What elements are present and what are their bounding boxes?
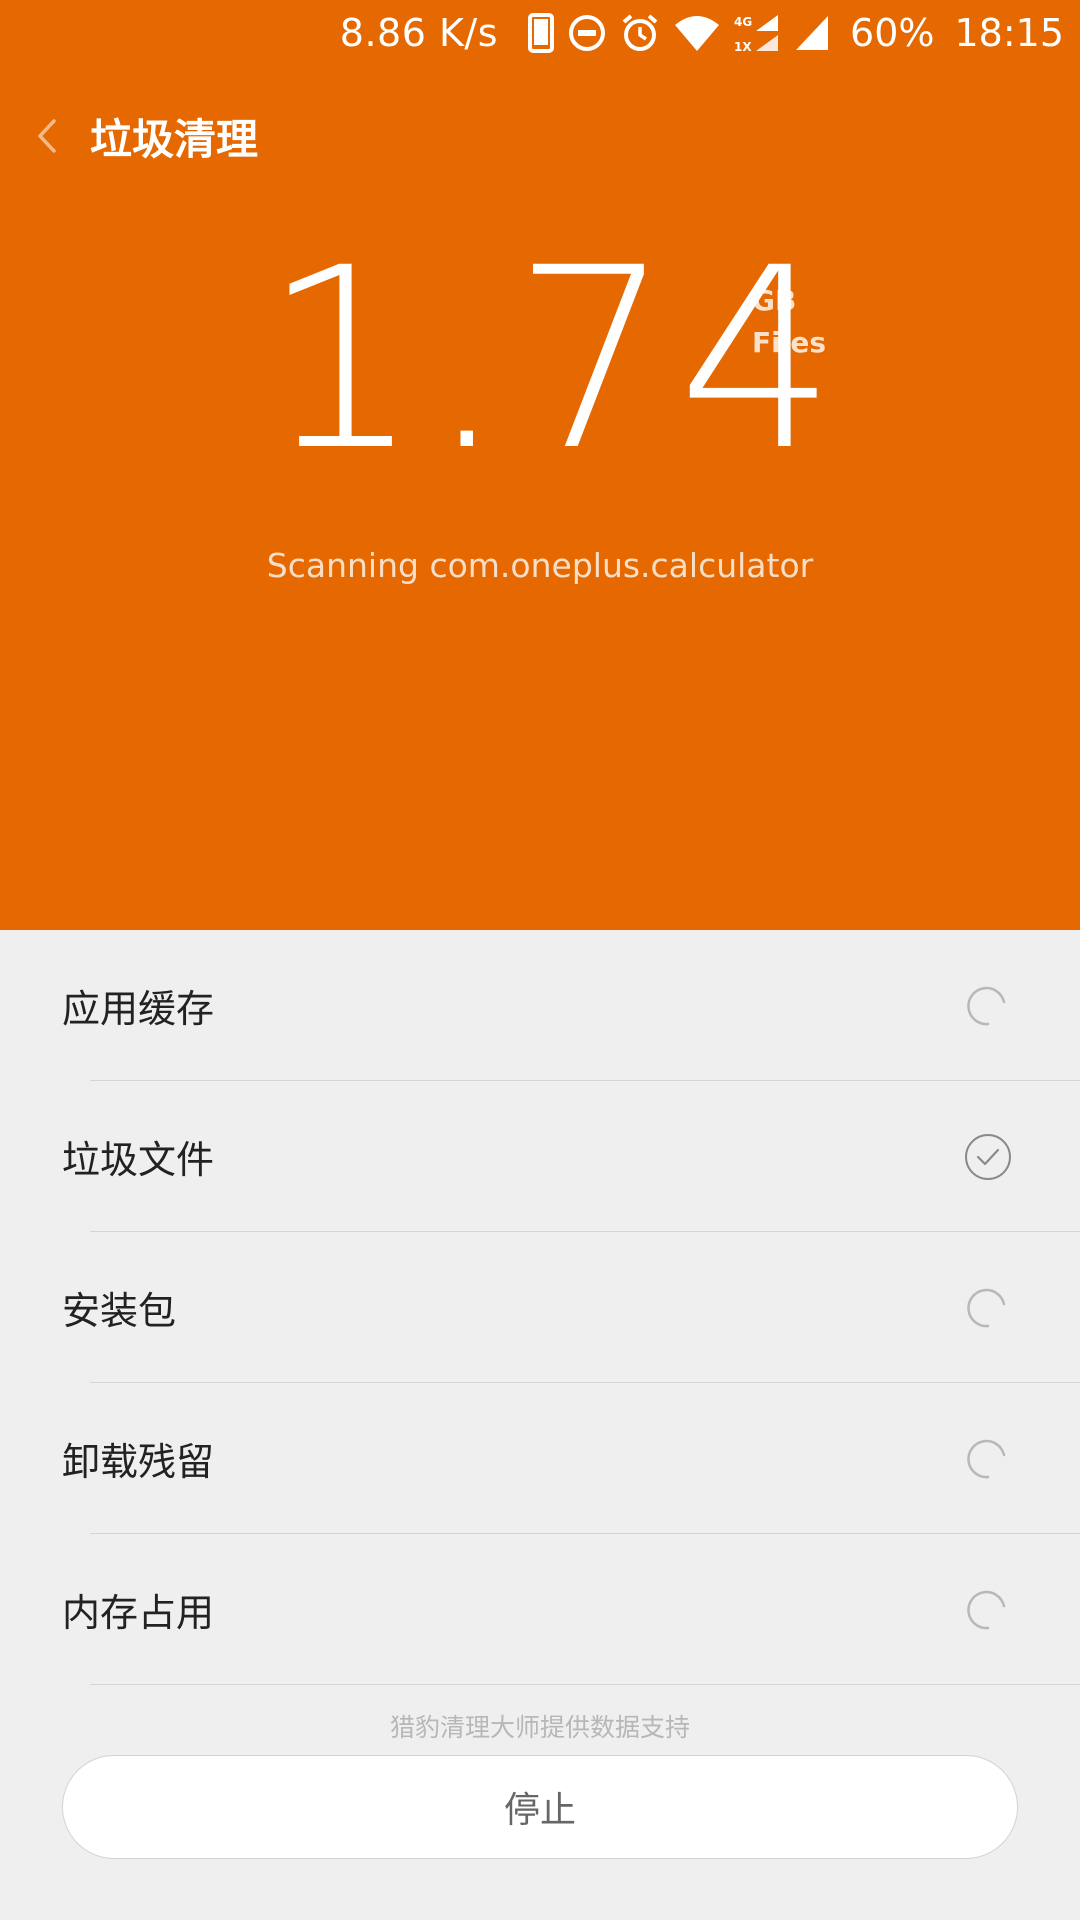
list-item-label: 应用缓存 — [62, 987, 215, 1031]
wifi-icon — [674, 13, 720, 53]
list-item-app-cache[interactable]: 应用缓存 — [0, 930, 1080, 1081]
list-item-label: 垃圾文件 — [62, 1138, 215, 1182]
list-item-label: 安装包 — [62, 1289, 177, 1333]
loading-spinner-icon — [967, 1590, 1006, 1629]
loading-spinner-icon — [967, 1288, 1006, 1327]
data-provider-note: 猎豹清理大师提供数据支持 — [389, 1713, 690, 1742]
list-item-label: 内存占用 — [62, 1591, 215, 1635]
back-button[interactable] — [12, 101, 82, 171]
list-item-install-packages[interactable]: 安装包 — [0, 1232, 1080, 1383]
list-item-uninstall-residue[interactable]: 卸载残留 — [0, 1383, 1080, 1534]
scan-size-value: 1.74 — [262, 214, 843, 505]
clock: 18:15 — [954, 11, 1064, 55]
dnd-icon — [568, 14, 606, 52]
stop-button[interactable]: 停止 — [62, 1755, 1018, 1859]
net-speed: 8.86 K/s — [339, 11, 499, 55]
status-bar: 8.86 K/s 4G 1X 60% 18:15 — [0, 0, 1080, 66]
network-label-4g: 4G — [734, 15, 752, 29]
scan-size-unit: GB — [752, 284, 797, 317]
battery-percent: 60% — [850, 11, 935, 55]
network-label-1x: 1X — [734, 40, 752, 53]
alarm-icon — [620, 13, 660, 53]
loading-spinner-icon — [967, 1439, 1006, 1478]
scan-status-text: Scanning com.oneplus.calculator — [266, 546, 814, 585]
check-circle-icon — [965, 1133, 1011, 1180]
scan-header-panel: 8.86 K/s 4G 1X 60% 18:15 垃圾清理 1.74 GB Fi… — [0, 0, 1080, 930]
list-item-junk-files[interactable]: 垃圾文件 — [0, 1081, 1080, 1232]
page-title: 垃圾清理 — [90, 114, 259, 164]
scan-size-caption: Files — [752, 326, 826, 359]
scan-size-display: 1.74 GB Files — [0, 220, 1080, 500]
list-item-memory-usage[interactable]: 内存占用 — [0, 1534, 1080, 1685]
signal-4g-icon: 4G 1X — [734, 13, 780, 53]
title-bar: 垃圾清理 — [0, 66, 1080, 206]
category-list: 应用缓存 垃圾文件 安装包 卸载残留 内存占用 — [0, 930, 1080, 1685]
signal-icon — [794, 14, 830, 52]
phone-icon — [528, 13, 555, 53]
loading-spinner-icon — [967, 986, 1006, 1025]
chevron-left-icon — [38, 119, 56, 153]
list-item-label: 卸载残留 — [62, 1440, 215, 1484]
